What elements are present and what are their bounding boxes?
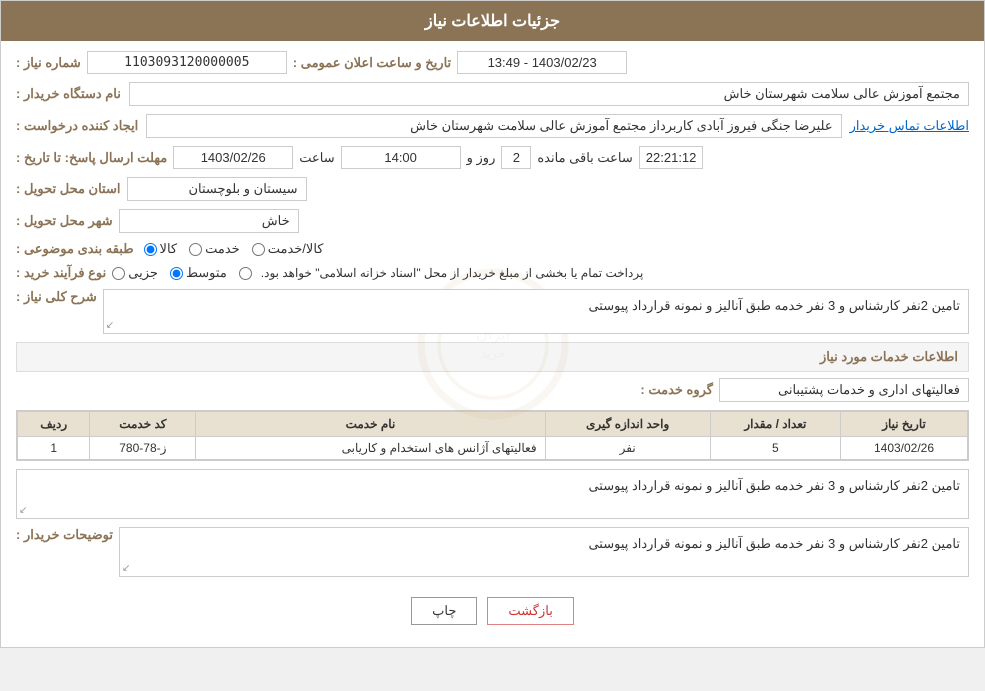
tarikh-value: 1403/02/23 - 13:49 <box>457 51 627 74</box>
grouh-value: فعالیتهای اداری و خدمات پشتیبانی <box>719 378 969 402</box>
farayand-note: پرداخت تمام یا بخشی از مبلغ خریدار از مح… <box>261 266 644 280</box>
ostan-value: سیستان و بلوچستان <box>127 177 307 201</box>
resize-icon-3: ↙ <box>122 563 130 574</box>
cell-kod: ز-78-780 <box>90 437 196 460</box>
farayand-motavasset-radio[interactable] <box>170 267 183 280</box>
mohlat-roz-val: 2 <box>501 146 531 169</box>
table-header-row: تاریخ نیاز تعداد / مقدار واحد اندازه گیر… <box>18 412 968 437</box>
ijad-label: ایجاد کننده درخواست : <box>16 118 138 134</box>
content-area: ایران خرید 1403/02/23 - 13:49 تاریخ و سا… <box>1 41 984 647</box>
farayand-empty-radio[interactable] <box>239 267 252 280</box>
khadamat-title: اطلاعات خدمات مورد نیاز <box>820 349 958 364</box>
print-button[interactable]: چاپ <box>411 597 477 625</box>
col-kod: کد خدمت <box>90 412 196 437</box>
cell-tedad: 5 <box>710 437 840 460</box>
tabagheh-label: طبقه بندی موضوعی : <box>16 241 134 257</box>
tabagheh-khidmat-label: خدمت <box>205 241 240 257</box>
khadamat-section-header: اطلاعات خدمات مورد نیاز <box>16 342 969 372</box>
shahr-row: خاش شهر محل تحویل : <box>16 209 969 233</box>
farayand-label: نوع فرآیند خرید : <box>16 265 106 281</box>
khadamat-description: تامین 2نفر کارشناس و 3 نفر خدمه طبق آنال… <box>588 478 960 493</box>
footer-buttons: بازگشت چاپ <box>16 585 969 637</box>
mohlat-baqi-label: ساعت باقی مانده <box>537 150 632 166</box>
tabagheh-kala: کالا <box>144 241 178 257</box>
ostan-label: استان محل تحویل : <box>16 181 121 197</box>
grouh-row: فعالیتهای اداری و خدمات پشتیبانی گروه خد… <box>16 378 969 402</box>
tabagheh-kala-label: کالا <box>160 241 178 257</box>
cell-radif: 1 <box>18 437 90 460</box>
tarikh-label: تاریخ و ساعت اعلان عمومی : <box>293 55 451 71</box>
tawzihat-row: تامین 2نفر کارشناس و 3 نفر خدمه طبق آنال… <box>16 527 969 577</box>
services-table: تاریخ نیاز تعداد / مقدار واحد اندازه گیر… <box>17 411 968 460</box>
ijad-value: علیرضا جنگی فیروز آبادی کاربرداز مجتمع آ… <box>146 114 841 138</box>
mohlat-row: 22:21:12 ساعت باقی مانده 2 روز و 14:00 س… <box>16 146 969 169</box>
col-tarikh: تاریخ نیاز <box>841 412 968 437</box>
farayand-jozi: جزیی <box>112 265 158 281</box>
col-name: نام خدمت <box>196 412 545 437</box>
table-body: 1403/02/26 5 نفر فعالیتهای آژانس های است… <box>18 437 968 460</box>
tabagheh-kala-khidmat-label: کالا/خدمت <box>268 241 324 257</box>
grouh-label: گروه خدمت : <box>640 382 713 398</box>
resize-icon: ↙ <box>106 320 114 331</box>
nam-dastgah-row: مجتمع آموزش عالی سلامت شهرستان خاش نام د… <box>16 82 969 106</box>
sharh-row: تامین 2نفر کارشناس و 3 نفر خدمه طبق آنال… <box>16 289 969 334</box>
sharh-value: تامین 2نفر کارشناس و 3 نفر خدمه طبق آنال… <box>588 298 960 313</box>
mohlat-baqi-value: 22:21:12 <box>639 146 704 169</box>
farayand-motavasset-label: متوسط <box>186 265 227 281</box>
mohlat-roz-label: روز و <box>467 150 496 166</box>
back-button[interactable]: بازگشت <box>487 597 573 625</box>
shahr-value: خاش <box>119 209 299 233</box>
page-wrapper: جزئیات اطلاعات نیاز ایران خرید 1403/02/2… <box>0 0 985 648</box>
table-row: 1403/02/26 5 نفر فعالیتهای آژانس های است… <box>18 437 968 460</box>
tabagheh-kala-radio[interactable] <box>144 243 157 256</box>
nam-dastgah-value: مجتمع آموزش عالی سلامت شهرستان خاش <box>129 82 969 106</box>
shomara-label: شماره نیاز : <box>16 55 81 71</box>
tabagheh-khidmat-radio[interactable] <box>189 243 202 256</box>
tabagheh-khidmat: خدمت <box>189 241 240 257</box>
mohlat-saat-label: ساعت <box>299 150 334 166</box>
noع-row: پرداخت تمام یا بخشی از مبلغ خریدار از مح… <box>16 265 969 281</box>
resize-icon-2: ↙ <box>19 505 27 516</box>
mohlat-date-value: 1403/02/26 <box>173 146 293 169</box>
page-title: جزئیات اطلاعات نیاز <box>425 13 560 30</box>
shomara-row: 1403/02/23 - 13:49 تاریخ و ساعت اعلان عم… <box>16 51 969 74</box>
farayand-options: متوسط جزیی <box>112 265 255 281</box>
khadamat-description-box: تامین 2نفر کارشناس و 3 نفر خدمه طبق آنال… <box>16 469 969 519</box>
tabagheh-kala-khidmat: کالا/خدمت <box>252 241 324 257</box>
farayand-empty <box>239 267 255 280</box>
col-tedad: تعداد / مقدار <box>710 412 840 437</box>
sharh-title: شرح کلی نیاز : <box>16 289 97 305</box>
cell-name: فعالیتهای آژانس های استخدام و کاریابی <box>196 437 545 460</box>
col-radif: ردیف <box>18 412 90 437</box>
farayand-jozi-radio[interactable] <box>112 267 125 280</box>
mohlat-saat-value: 14:00 <box>341 146 461 169</box>
cell-vahed: نفر <box>545 437 710 460</box>
cell-tarikh: 1403/02/26 <box>841 437 968 460</box>
tabagheh-kala-khidmat-radio[interactable] <box>252 243 265 256</box>
shomara-value: 1103093120000005 <box>87 51 287 74</box>
nam-dastgah-label: نام دستگاه خریدار : <box>16 86 121 102</box>
khadamat-table: تاریخ نیاز تعداد / مقدار واحد اندازه گیر… <box>16 410 969 461</box>
tabagheh-options: کالا/خدمت خدمت کالا <box>144 241 324 257</box>
ostan-row: سیستان و بلوچستان استان محل تحویل : <box>16 177 969 201</box>
tawzihat-value: تامین 2نفر کارشناس و 3 نفر خدمه طبق آنال… <box>588 536 960 551</box>
tabagheh-row: کالا/خدمت خدمت کالا طبقه بندی موضوعی : <box>16 241 969 257</box>
farayand-jozi-label: جزیی <box>128 265 158 281</box>
contact-link[interactable]: اطلاعات تماس خریدار <box>850 118 969 134</box>
mohlat-label: مهلت ارسال پاسخ: تا تاریخ : <box>16 150 167 166</box>
ijad-row: اطلاعات تماس خریدار علیرضا جنگی فیروز آب… <box>16 114 969 138</box>
page-header: جزئیات اطلاعات نیاز <box>1 1 984 41</box>
col-vahed: واحد اندازه گیری <box>545 412 710 437</box>
tawzihat-label: توضیحات خریدار : <box>16 527 113 543</box>
farayand-motavasset: متوسط <box>170 265 227 281</box>
shahr-label: شهر محل تحویل : <box>16 213 113 229</box>
